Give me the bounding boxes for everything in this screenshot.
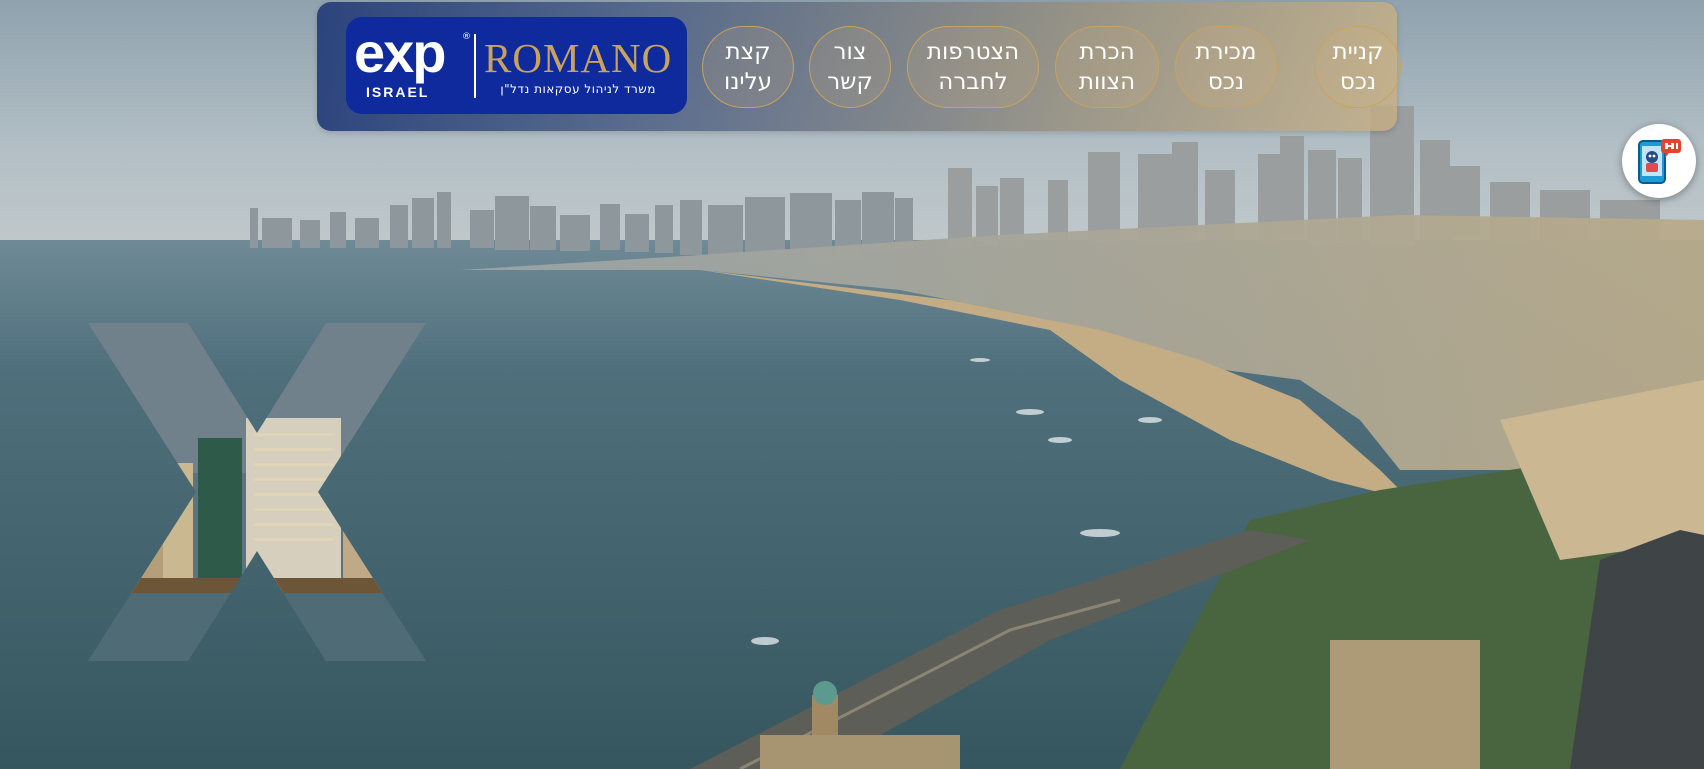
logo-divider bbox=[474, 33, 476, 98]
nav-join-company-label: הצטרפות לחברה bbox=[926, 39, 1020, 95]
brand-tagline: משרד לניהול עסקאות נדל"ן bbox=[500, 81, 656, 96]
exp-wordmark: exp bbox=[354, 20, 446, 84]
romano-wordmark: ROMANO bbox=[484, 34, 673, 81]
brand-logo[interactable]: exp ® ISRAEL ROMANO משרד לניהול עסקאות נ… bbox=[346, 17, 687, 114]
registered-mark: ® bbox=[462, 31, 471, 42]
nav-join-company[interactable]: הצטרפות לחברה bbox=[907, 26, 1039, 108]
nav-contact[interactable]: צור קשר bbox=[809, 26, 891, 108]
x-mark-icon bbox=[88, 323, 426, 661]
exp-logo: exp ® ISRAEL bbox=[354, 21, 471, 106]
chatbot-button[interactable] bbox=[1622, 124, 1696, 198]
nav-sell-property[interactable]: מכירת נכס bbox=[1175, 26, 1277, 108]
chatbot-icon bbox=[1638, 139, 1681, 184]
exp-country: ISRAEL bbox=[366, 83, 430, 100]
x-mark-overlay bbox=[88, 323, 426, 661]
nav-meet-team-label: הכרת הצוות bbox=[1078, 39, 1136, 95]
nav-sell-property-label: מכירת נכס bbox=[1195, 39, 1257, 95]
nav-about-us[interactable]: קצת עלינו bbox=[702, 26, 794, 108]
nav-about-us-label: קצת עלינו bbox=[723, 39, 773, 95]
nav-contact-label: צור קשר bbox=[827, 39, 873, 95]
top-navbar: exp ® ISRAEL ROMANO משרד לניהול עסקאות נ… bbox=[317, 2, 1401, 131]
nav-buy-property[interactable]: קניית נכס bbox=[1315, 26, 1401, 108]
nav-buy-property-label: קניית נכס bbox=[1332, 39, 1384, 95]
romano-logo: ROMANO משרד לניהול עסקאות נדל"ן bbox=[484, 36, 672, 96]
nav-meet-team[interactable]: הכרת הצוות bbox=[1055, 26, 1159, 108]
